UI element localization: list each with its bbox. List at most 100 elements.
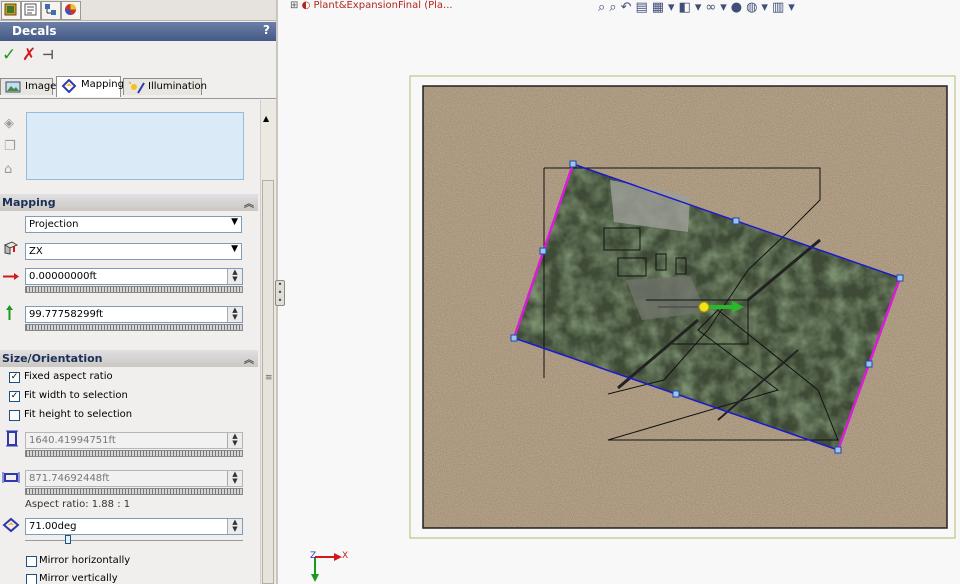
model-scene[interactable] <box>278 0 960 584</box>
width-spinbox[interactable]: 1640.41994751ft ▲ ▼ <box>25 432 243 459</box>
checkbox-unchecked-icon[interactable] <box>9 410 20 421</box>
tab-illumination[interactable]: Illumination <box>123 78 207 95</box>
heads-up-view-toolbar: ⌕⌕↶▤▦▾◧▾∞▾●◍▾▥▾ <box>598 0 799 15</box>
vertical-location-spinbox[interactable]: 99.77758299ft ▲ ▼ <box>25 306 243 333</box>
hide-show-items-icon[interactable]: ∞▾ <box>705 0 730 15</box>
tab-mapping[interactable]: Mapping <box>56 76 124 97</box>
height-value: 871.74692448ft <box>29 473 110 484</box>
scrollbar-thumb[interactable]: ≡ <box>262 180 274 584</box>
projection-direction-value: ZX <box>29 246 43 257</box>
checkbox-checked-icon[interactable]: ✓ <box>9 391 20 402</box>
width-dimension-icon <box>2 472 20 483</box>
part-icon: ◐ <box>301 0 311 11</box>
edit-appearance-icon[interactable]: ● <box>731 0 746 15</box>
property-manager-tab[interactable] <box>21 1 41 20</box>
image-icon <box>5 81 21 93</box>
decal-handle[interactable] <box>896 274 904 282</box>
collapse-chevron-icon[interactable]: ︽ <box>244 195 254 210</box>
feature-manager-tab[interactable] <box>1 1 21 20</box>
rotation-slider-thumb[interactable] <box>65 535 71 544</box>
thumbwheel-slider[interactable] <box>25 450 243 457</box>
projection-direction-icon <box>3 241 19 255</box>
appearance-ball-icon <box>65 4 76 15</box>
scroll-grip-icon: ≡ <box>265 373 273 383</box>
display-style-icon[interactable]: ◧▾ <box>679 0 706 15</box>
fixed-aspect-ratio-label: Fixed aspect ratio <box>24 371 113 382</box>
width-field: 1640.41994751ft ▲ ▼ <box>25 432 243 449</box>
fit-height-label: Fit height to selection <box>24 409 133 420</box>
decal-subtabs: Image Mapping Illumination <box>0 76 276 99</box>
vertical-location-arrow-icon <box>6 305 13 320</box>
mapping-type-select[interactable]: Projection ▼ <box>25 216 242 233</box>
width-value: 1640.41994751ft <box>29 435 116 446</box>
projection-direction-select[interactable]: ZX ▼ <box>25 243 242 260</box>
feature-tree-icon <box>4 3 17 16</box>
property-sheet-icon <box>24 3 37 16</box>
decal-library-icon[interactable]: ⌂ <box>4 162 20 177</box>
dropdown-arrow-icon[interactable]: ▼ <box>231 217 238 227</box>
section-view-icon[interactable]: ▤ <box>635 0 651 15</box>
rotation-spinbox[interactable]: 71.00deg ▲ ▼ <box>25 518 243 545</box>
height-dimension-icon <box>6 430 18 447</box>
thumbwheel-slider[interactable] <box>25 286 243 293</box>
spin-buttons-icon[interactable]: ▲ ▼ <box>227 471 242 486</box>
graphics-viewport[interactable]: Z X <box>278 0 960 584</box>
horizontal-location-spinbox[interactable]: 0.00000000ft ▲ ▼ <box>25 268 243 295</box>
fit-width-label: Fit width to selection <box>24 390 128 401</box>
vertical-location-field: 99.77758299ft ▲ ▼ <box>25 306 243 323</box>
spin-buttons-icon[interactable]: ▲ ▼ <box>227 519 242 534</box>
mirror-vertical-label: Mirror vertically <box>39 573 118 584</box>
vertical-location-value: 99.77758299ft <box>29 309 104 320</box>
dropdown-arrow-icon[interactable]: ▼ <box>231 244 238 254</box>
mapping-section-header[interactable]: Mapping ︽ <box>0 194 258 211</box>
spin-buttons-icon[interactable]: ▲ ▼ <box>227 433 242 448</box>
collapse-chevron-icon[interactable]: ︽ <box>244 351 254 366</box>
decal-handle[interactable] <box>865 360 873 368</box>
splitter-grip-icon[interactable]: • • • <box>275 280 285 306</box>
document-title[interactable]: ⊞ ◐ Plant&ExpansionFinal (Pla... <box>290 0 453 11</box>
decal-small-icon[interactable]: ◈ <box>4 116 20 131</box>
help-icon[interactable]: ? <box>263 23 270 37</box>
previous-view-icon[interactable]: ↶ <box>621 0 636 15</box>
thumbwheel-slider[interactable] <box>25 324 243 331</box>
configuration-manager-tab[interactable] <box>41 1 61 20</box>
zoom-to-fit-icon[interactable]: ⌕ <box>598 0 609 15</box>
spin-buttons-icon[interactable]: ▲ ▼ <box>227 307 242 322</box>
zoom-to-area-icon[interactable]: ⌕ <box>609 0 620 15</box>
property-manager-panel: Decals ? ✓ ✗ ⊣ Image Mapping Illuminatio… <box>0 0 276 584</box>
scroll-up-arrow-icon[interactable]: ▲ <box>263 114 269 123</box>
decal-handle[interactable] <box>732 217 740 225</box>
cancel-x-icon[interactable]: ✗ <box>22 45 36 65</box>
mapping-icon <box>61 79 77 93</box>
rotation-icon <box>2 517 20 533</box>
horizontal-location-field: 0.00000000ft ▲ ▼ <box>25 268 243 285</box>
pushpin-icon[interactable]: ⊣ <box>42 48 54 63</box>
apply-scene-icon[interactable]: ◍▾ <box>746 0 772 15</box>
tree-expand-icon[interactable]: ⊞ <box>290 0 298 11</box>
decal-handle[interactable] <box>834 446 842 454</box>
tab-mapping-label: Mapping <box>81 79 124 90</box>
horizontal-location-value: 0.00000000ft <box>29 271 97 282</box>
checkbox-unchecked-icon[interactable] <box>26 574 37 584</box>
height-spinbox[interactable]: 871.74692448ft ▲ ▼ <box>25 470 243 497</box>
page-icon[interactable]: ❐ <box>4 139 20 154</box>
decal-handle[interactable] <box>539 247 547 255</box>
decal-preview-box[interactable] <box>26 112 244 180</box>
view-settings-icon[interactable]: ▥▾ <box>772 0 799 15</box>
decal-handle[interactable] <box>672 390 680 398</box>
tab-image[interactable]: Image <box>0 78 56 95</box>
rotation-slider-track <box>25 540 243 541</box>
spin-buttons-icon[interactable]: ▲ ▼ <box>227 269 242 284</box>
checkbox-checked-icon[interactable]: ✓ <box>9 372 20 383</box>
thumbwheel-slider[interactable] <box>25 488 243 495</box>
ok-check-icon[interactable]: ✓ <box>2 45 16 65</box>
panel-scrollbar[interactable]: ▲ ≡ <box>260 100 276 584</box>
triad-x-label: X <box>342 551 349 561</box>
size-orientation-section-header[interactable]: Size/Orientation ︽ <box>0 350 258 367</box>
configuration-icon <box>45 4 56 15</box>
decal-handle[interactable] <box>510 334 518 342</box>
decal-handle[interactable] <box>569 160 577 168</box>
view-orientation-icon[interactable]: ▦▾ <box>652 0 679 15</box>
checkbox-unchecked-icon[interactable] <box>26 556 37 567</box>
display-manager-tab[interactable] <box>61 1 81 20</box>
